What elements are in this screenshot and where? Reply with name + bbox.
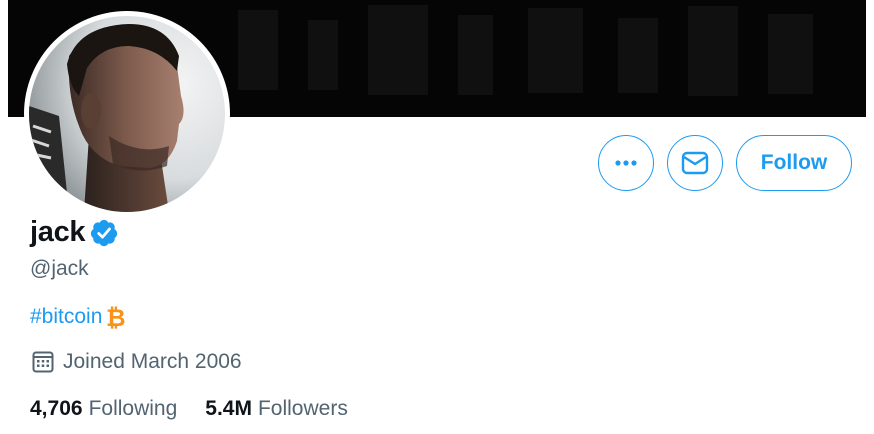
follow-button-label: Follow — [760, 151, 828, 174]
joined-date: Joined March 2006 — [32, 350, 242, 374]
message-button[interactable] — [667, 135, 723, 191]
profile-stats: 4,706 Following 5.4M Followers — [30, 397, 348, 421]
followers-link[interactable]: 5.4M Followers — [205, 397, 348, 421]
name-row: jack — [30, 216, 119, 249]
followers-label: Followers — [257, 397, 348, 420]
svg-text:₿: ₿ — [106, 304, 126, 330]
following-label: Following — [88, 397, 178, 420]
follow-button[interactable]: Follow — [736, 135, 852, 191]
calendar-icon — [32, 351, 54, 373]
followers-count: 5.4M — [205, 397, 252, 420]
avatar-image — [29, 16, 225, 212]
avatar[interactable] — [24, 11, 230, 217]
more-button[interactable] — [598, 135, 654, 191]
profile-header: Follow jack @jack #bitcoin ₿ Joined Marc… — [0, 0, 874, 434]
following-count: 4,706 — [30, 397, 83, 420]
following-link[interactable]: 4,706 Following — [30, 397, 177, 421]
profile-actions: Follow — [598, 135, 852, 191]
bio-hashtag-link[interactable]: #bitcoin — [30, 305, 102, 329]
envelope-icon — [681, 151, 709, 175]
profile-bio: #bitcoin ₿ — [30, 304, 126, 330]
display-name: jack — [30, 216, 86, 248]
bitcoin-emoji-icon: ₿ — [106, 304, 126, 330]
verified-badge-icon[interactable] — [89, 218, 119, 248]
joined-text: Joined March 2006 — [63, 350, 242, 373]
more-horizontal-icon — [615, 160, 637, 166]
profile-handle: @jack — [30, 257, 89, 280]
